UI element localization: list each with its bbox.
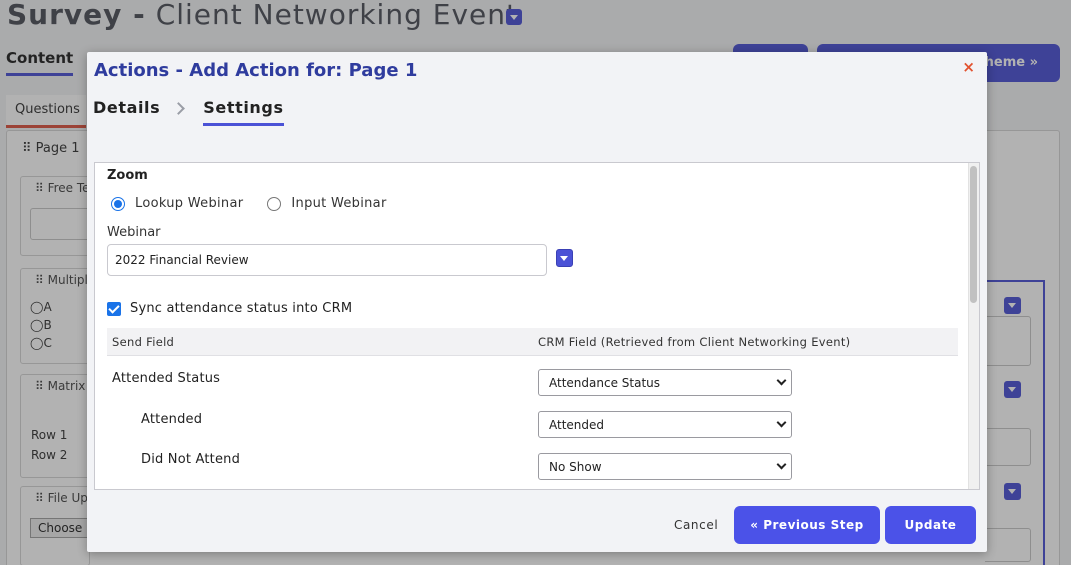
radio-input-webinar[interactable] <box>267 196 282 211</box>
modal-title: Actions - Add Action for: Page 1 <box>94 60 418 81</box>
step-settings[interactable]: Settings <box>203 98 284 126</box>
crm-field-select[interactable]: Attended <box>538 411 792 438</box>
sync-attendance-row: Sync attendance status into CRM <box>107 301 352 316</box>
crm-field-select[interactable]: Attendance Status <box>538 369 792 396</box>
update-button[interactable]: Update <box>885 506 976 544</box>
header-send-field: Send Field <box>112 335 175 349</box>
close-icon[interactable]: × <box>962 58 975 76</box>
chevron-down-icon <box>776 417 787 428</box>
mapping-row-label: Attended <box>141 412 203 427</box>
webinar-input[interactable] <box>107 244 547 276</box>
select-value: Attended <box>549 418 605 432</box>
scrollbar[interactable] <box>968 163 979 489</box>
radio-label: Lookup Webinar <box>135 196 244 211</box>
webinar-label: Webinar <box>107 225 161 240</box>
scrollbar-thumb[interactable] <box>970 166 977 303</box>
radio-lookup-webinar[interactable] <box>111 196 125 211</box>
select-value: Attendance Status <box>549 376 661 390</box>
radio-label: Input Webinar <box>291 196 387 211</box>
header-crm-field: CRM Field (Retrieved from Client Network… <box>538 335 851 349</box>
sync-attendance-checkbox[interactable] <box>107 301 121 316</box>
step-details[interactable]: Details <box>93 98 160 123</box>
chevron-down-icon <box>776 459 787 470</box>
chevron-down-icon <box>776 375 787 386</box>
chevron-right-icon <box>172 102 186 115</box>
cancel-button[interactable]: Cancel <box>674 518 718 532</box>
mapping-table-header: Send Field CRM Field (Retrieved from Cli… <box>107 328 958 356</box>
wizard-steps: Details Settings <box>93 98 284 126</box>
sync-attendance-label: Sync attendance status into CRM <box>130 301 353 316</box>
webinar-mode-radio-group: Lookup Webinar Input Webinar <box>111 196 387 211</box>
settings-panel: Zoom Lookup Webinar Input Webinar Webina… <box>94 162 980 490</box>
section-label-zoom: Zoom <box>107 168 148 183</box>
previous-step-button[interactable]: « Previous Step <box>734 506 880 544</box>
crm-field-select[interactable]: No Show <box>538 453 792 480</box>
add-action-modal: Actions - Add Action for: Page 1 × Detai… <box>87 52 987 552</box>
select-value: No Show <box>549 460 602 474</box>
mapping-row-label: Did Not Attend <box>141 452 241 467</box>
mapping-row-label: Attended Status <box>112 371 221 386</box>
webinar-dropdown-icon[interactable] <box>556 249 573 267</box>
